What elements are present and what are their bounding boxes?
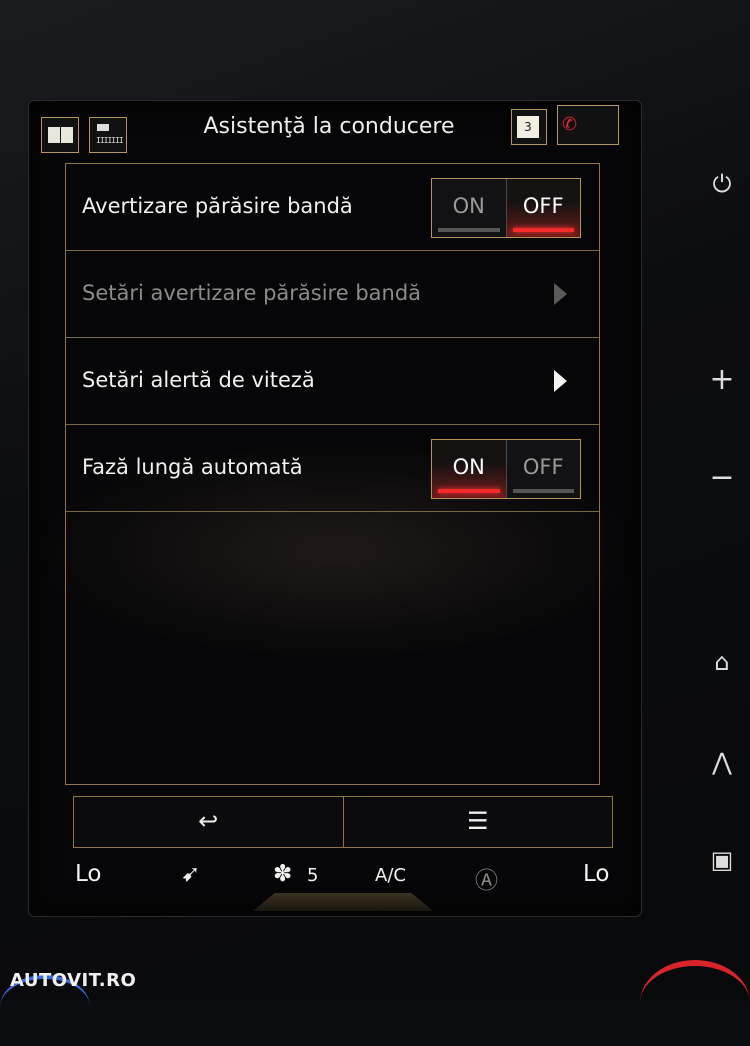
infotainment-screen: IIIIIII Asistenţă la conducere 3 ✆ Avert… <box>28 100 642 917</box>
setting-row-speed-alert[interactable]: Setări alertă de viteză <box>66 338 599 425</box>
menu-button[interactable]: ☰ <box>344 797 613 847</box>
auto-high-beam-toggle[interactable]: ON OFF <box>431 439 581 499</box>
radio-display-shape <box>97 124 109 131</box>
notification-count: 3 <box>517 116 539 138</box>
auto-climate-icon[interactable]: Ⓐ <box>475 861 498 895</box>
notification-icon[interactable]: 3 <box>511 109 547 145</box>
left-temperature[interactable]: Lo <box>75 861 101 887</box>
climate-tab-handle[interactable] <box>253 893 433 911</box>
setting-row-lane-departure: Avertizare părăsire bandă ON OFF <box>66 164 599 251</box>
toggle-on-option[interactable]: ON <box>432 179 507 237</box>
chevron-right-icon <box>554 370 567 392</box>
minus-icon[interactable]: − <box>705 460 739 495</box>
setting-row-lane-departure-settings[interactable]: Setări avertizare părăsire bandă <box>66 251 599 338</box>
air-distribution-icon[interactable]: ➹ <box>181 861 200 887</box>
menu-icon: ☰ <box>466 807 489 835</box>
radio-bars-shape: IIIIIII <box>96 136 124 145</box>
radio-icon[interactable]: IIIIIII <box>89 117 127 153</box>
toggle-off-option[interactable]: OFF <box>506 179 580 237</box>
setting-label: Setări alertă de viteză <box>82 368 315 392</box>
home-icon[interactable]: ⌂ <box>705 648 739 676</box>
right-climate-dial <box>640 960 750 1046</box>
fan-icon[interactable]: ✽ <box>273 861 292 887</box>
bottom-action-bar: ↩ ☰ <box>73 796 613 848</box>
ac-button[interactable]: A/C <box>375 865 406 886</box>
right-temperature[interactable]: Lo <box>583 861 609 887</box>
back-icon: ↩ <box>198 807 219 835</box>
back-button[interactable]: ↩ <box>74 797 344 847</box>
watermark: AUTOVIT.RO <box>10 970 137 991</box>
setting-row-auto-high-beam: Fază lungă automată ON OFF <box>66 425 599 512</box>
settings-list: Avertizare părăsire bandă ON OFF Setări … <box>65 163 600 785</box>
display-icon[interactable]: ▣ <box>705 846 739 874</box>
toggle-on-option[interactable]: ON <box>432 440 507 498</box>
page-title: Asistenţă la conducere <box>203 114 455 139</box>
chevron-right-icon <box>554 283 567 305</box>
setting-label: Setări avertizare părăsire bandă <box>82 281 422 305</box>
toggle-off-option[interactable]: OFF <box>507 440 581 498</box>
fan-speed: 5 <box>307 865 319 886</box>
setting-label: Fază lungă automată <box>82 455 303 479</box>
phone-missed-icon[interactable]: ✆ <box>557 105 619 145</box>
setting-label: Avertizare părăsire bandă <box>82 194 353 218</box>
phone-handset-icon: ✆ <box>562 114 578 135</box>
book-icon[interactable] <box>41 117 79 153</box>
power-icon[interactable]: ⏻ <box>705 170 739 198</box>
navigation-icon[interactable]: ⋀ <box>705 748 739 776</box>
header-bar: IIIIIII Asistenţă la conducere 3 ✆ <box>29 101 641 161</box>
lane-departure-toggle[interactable]: ON OFF <box>431 178 581 238</box>
plus-icon[interactable]: + <box>705 362 739 397</box>
